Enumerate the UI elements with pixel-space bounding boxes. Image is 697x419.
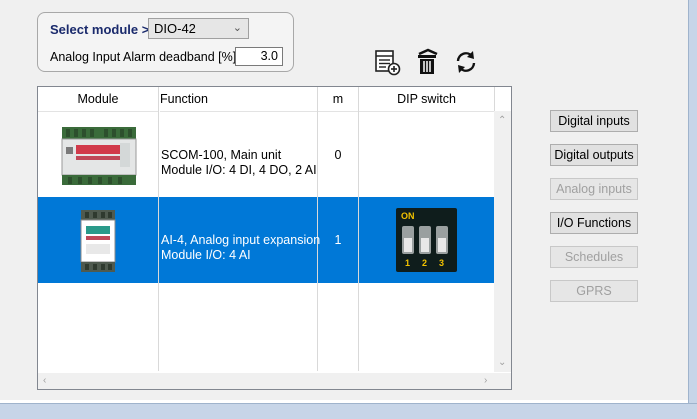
trash-icon [418, 48, 438, 74]
row-function-line1: AI-4, Analog input expansion [161, 233, 321, 247]
list-add-icon [375, 50, 401, 76]
analog-expansion-module-image [80, 210, 116, 272]
select-module-label: Select module > [50, 22, 150, 37]
scroll-left-icon[interactable]: ‹ [43, 375, 46, 386]
dip-on-label: ON [401, 211, 415, 221]
delete-module-button[interactable] [414, 48, 442, 76]
deadband-input[interactable]: 3.0 [235, 47, 283, 66]
row-function-line2: Module I/O: 4 AI [161, 248, 251, 262]
scroll-down-icon[interactable]: ⌄ [498, 357, 506, 368]
column-header-dip-switch[interactable]: DIP switch [359, 87, 494, 112]
refresh-button[interactable] [452, 48, 480, 76]
digital-inputs-button[interactable]: Digital inputs [550, 110, 638, 132]
scrollbar-corner [494, 373, 511, 389]
scroll-up-icon[interactable]: ⌃ [498, 115, 506, 126]
analog-inputs-button[interactable]: Analog inputs [550, 178, 638, 200]
row-m-value: 1 [334, 233, 342, 247]
dip-switch-number: 3 [439, 258, 444, 268]
deadband-label: Analog Input Alarm deadband [%] [50, 50, 237, 64]
main-unit-module-image [61, 127, 137, 185]
window-frame-right [688, 0, 697, 418]
vertical-scrollbar[interactable]: ⌃ ⌄ [494, 111, 511, 372]
horizontal-scrollbar[interactable]: ‹ › [38, 373, 494, 389]
column-divider [317, 87, 318, 371]
row-function-line1: SCOM-100, Main unit [161, 148, 282, 162]
row-function-line2: Module I/O: 4 DI, 4 DO, 2 AI [161, 163, 317, 177]
column-header-m[interactable]: m [318, 87, 358, 112]
dip-switch-number: 1 [405, 258, 410, 268]
row-m-value: 0 [334, 148, 342, 162]
module-select-value: DIO-42 [154, 21, 196, 36]
io-functions-button[interactable]: I/O Functions [550, 212, 638, 234]
chevron-down-icon[interactable]: ⌄ [233, 19, 242, 38]
gprs-button[interactable]: GPRS [550, 280, 638, 302]
dip-switch-number: 2 [422, 258, 427, 268]
scroll-right-icon[interactable]: › [484, 375, 487, 386]
module-select[interactable]: DIO-42 ⌄ [148, 18, 249, 39]
modules-grid: Module Function m DIP switch SCOM-100, M… [37, 86, 512, 390]
schedules-button[interactable]: Schedules [550, 246, 638, 268]
digital-outputs-button[interactable]: Digital outputs [550, 144, 638, 166]
window-frame-bottom [0, 403, 697, 419]
column-divider [358, 87, 359, 371]
dip-switch-icon[interactable]: ON 1 2 3 [396, 208, 457, 272]
column-header-function[interactable]: Function [160, 87, 317, 112]
column-header-module[interactable]: Module [38, 87, 158, 112]
add-module-button[interactable] [374, 48, 402, 76]
column-divider [158, 87, 159, 371]
module-settings-group: Select module > DIO-42 ⌄ Analog Input Al… [37, 12, 294, 72]
refresh-icon [456, 51, 476, 73]
